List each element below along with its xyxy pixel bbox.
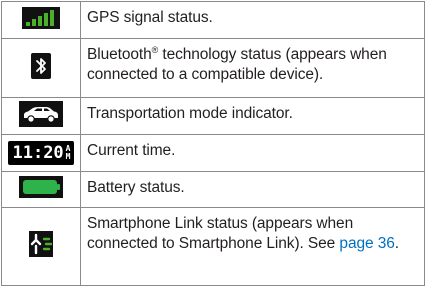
ampm-bottom: M <box>65 152 71 161</box>
icon-cell <box>1 171 81 208</box>
time-value: 11:20 <box>12 143 64 163</box>
table-row: GPS signal status. <box>1 1 425 39</box>
gps-status-text: GPS signal status. <box>87 9 213 26</box>
icon-cell: 11:20 A M <box>1 134 81 172</box>
icon-cell <box>1 207 81 286</box>
description-cell: Bluetooth® technology status (appears wh… <box>80 38 425 98</box>
sentence-end: . <box>394 235 399 252</box>
bluetooth-word: Bluetooth <box>87 46 152 63</box>
battery-icon <box>19 176 63 203</box>
description-cell: Transportation mode indicator. <box>80 97 425 135</box>
smartphone-link-text: Smartphone Link status (appears when con… <box>87 215 354 252</box>
signal-bars-icon <box>22 6 60 34</box>
car-icon <box>19 100 63 132</box>
bluetooth-icon <box>31 52 51 84</box>
description-cell: GPS signal status. <box>80 1 425 39</box>
table-row: Bluetooth® technology status (appears wh… <box>1 38 425 98</box>
table-row: Smartphone Link status (appears when con… <box>1 207 425 286</box>
table-row: Transportation mode indicator. <box>1 97 425 135</box>
icon-cell <box>1 1 81 39</box>
ampm-indicator: A M <box>66 145 71 161</box>
current-time-text: Current time. <box>87 142 176 159</box>
transport-mode-text: Transportation mode indicator. <box>87 105 293 122</box>
clock-time-icon: 11:20 A M <box>8 141 74 165</box>
battery-status-text: Battery status. <box>87 179 185 196</box>
smartphone-link-icon <box>29 231 53 262</box>
status-icons-table: GPS signal status. Bluetooth® technology… <box>1 1 425 286</box>
table-row: 11:20 A M Current time. <box>1 134 425 172</box>
table-row: Battery status. <box>1 171 425 208</box>
description-cell: Battery status. <box>80 171 425 208</box>
icon-cell <box>1 38 81 98</box>
description-cell: Current time. <box>80 134 425 172</box>
icon-cell <box>1 97 81 135</box>
description-cell: Smartphone Link status (appears when con… <box>80 207 425 286</box>
page-reference-link[interactable]: page 36 <box>339 235 394 252</box>
